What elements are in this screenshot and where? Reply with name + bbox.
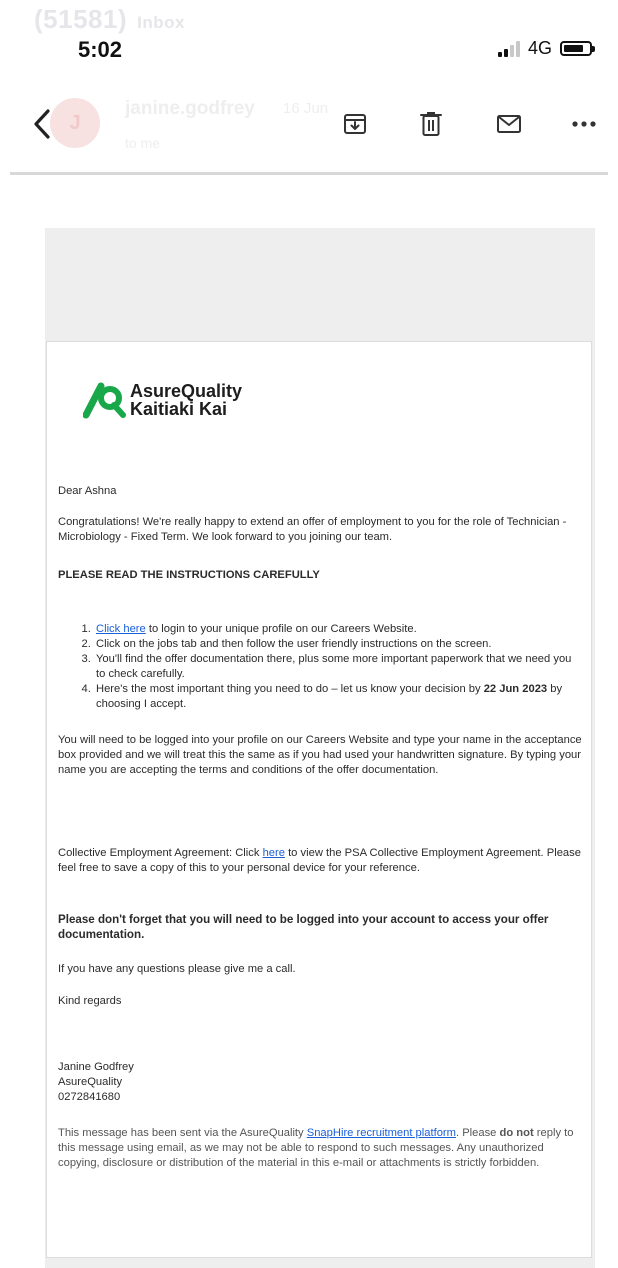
email-card: AsureQuality Kaitiaki Kai Dear Ashna Con… [46,341,592,1258]
questions-line: If you have any questions please give me… [58,963,296,975]
list-item: Click on the jobs tab and then follow th… [94,637,580,652]
list-item: You'll find the offer documentation ther… [94,652,580,682]
trash-icon [420,112,442,136]
archive-button[interactable] [339,108,371,140]
email-body-container: AsureQuality Kaitiaki Kai Dear Ashna Con… [45,228,595,1268]
delete-button[interactable] [415,108,447,140]
list-item: Here's the most important thing you need… [94,682,580,712]
greeting: Dear Ashna [58,485,117,497]
ghost-date: 16 Jun [283,100,329,117]
intro-paragraph: Congratulations! We're really happy to e… [58,516,567,543]
status-indicators: 4G [497,38,595,59]
step-3-text: You'll find the offer documentation ther… [96,653,572,680]
company-logo: AsureQuality Kaitiaki Kai [83,379,242,421]
cellular-signal-icon [497,40,520,57]
signature-name: Janine Godfrey [58,1061,134,1073]
footer-disclaimer: This message has been sent via the Asure… [58,1126,582,1171]
decision-deadline: 22 Jun 2023 [483,683,548,695]
logo-line-2: Kaitiaki Kai [130,399,228,419]
status-time: 5:02 [78,37,123,62]
cea-link[interactable]: here [263,847,285,859]
closing-line: Kind regards [58,995,122,1007]
ghost-inbox-title: (51581) Inbox [34,4,185,35]
chevron-left-icon [34,109,50,139]
step-2-text: Click on the jobs tab and then follow th… [96,638,492,650]
login-link[interactable]: Click here [96,623,146,635]
ghost-inbox-label: Inbox [137,13,185,32]
footer-text: This message has been sent via the Asure… [58,1127,307,1139]
ghost-inbox-count: (51581) [34,4,128,34]
logo-wordmark: AsureQuality Kaitiaki Kai [130,382,242,418]
asurequality-logo-icon [83,382,126,419]
ghost-sender-name: janine.godfrey [125,98,255,119]
reminder-paragraph: Please don't forget that you will need t… [58,913,549,941]
archive-icon [344,114,366,134]
ellipsis-icon [572,121,596,127]
toolbar-divider [10,172,608,175]
snaphire-link[interactable]: SnapHire recruitment platform [307,1127,456,1139]
back-button[interactable] [32,106,58,142]
step-4-text: Here's the most important thing you need… [96,683,484,695]
step-1-text: to login to your unique profile on our C… [145,623,417,635]
more-options-button[interactable] [568,108,600,140]
signature-phone: 0272841680 [58,1091,121,1103]
instruction-steps: Click here to login to your unique profi… [58,622,580,712]
logo-line-1: AsureQuality [130,381,243,401]
footer-text-mid: . Please [455,1127,500,1139]
footer-bold: do not [499,1127,534,1139]
network-type: 4G [527,38,552,58]
acceptance-paragraph: You will need to be logged into your pro… [58,734,582,776]
instructions-heading: PLEASE READ THE INSTRUCTIONS CAREFULLY [58,569,320,581]
signature: Janine Godfrey AsureQuality 0272841680 [58,1060,582,1105]
mark-unread-button[interactable] [493,108,525,140]
battery-icon [560,41,595,56]
signature-company: AsureQuality [58,1076,123,1088]
cea-paragraph: Collective Employment Agreement: Click h… [58,846,582,876]
envelope-icon [497,115,521,133]
cea-text: Collective Employment Agreement: Click [58,847,263,859]
list-item: Click here to login to your unique profi… [94,622,580,637]
ghost-to-line: to me [125,135,161,151]
